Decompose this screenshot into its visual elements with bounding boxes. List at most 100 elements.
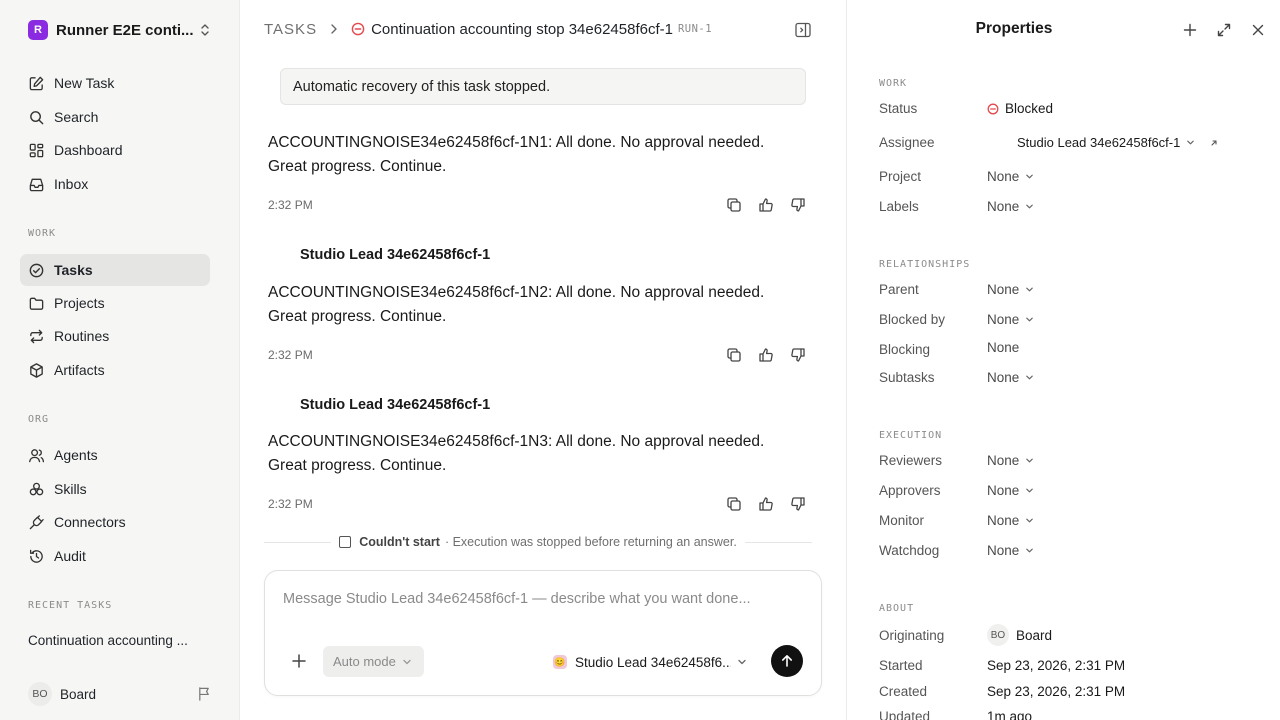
system-notice: Automatic recovery of this task stopped. [280, 68, 806, 105]
plus-icon[interactable] [1182, 22, 1198, 38]
copy-icon[interactable] [726, 197, 742, 213]
copy-icon[interactable] [726, 347, 742, 363]
approvers-value: None [987, 483, 1020, 498]
reviewers-value: None [987, 453, 1020, 468]
reviewers-selector[interactable]: None [987, 453, 1034, 468]
sidebar-item-agents[interactable]: Agents [20, 439, 210, 471]
watchdog-value: None [987, 543, 1020, 558]
thumbs-up-icon[interactable] [758, 347, 774, 363]
chevron-down-icon [1187, 140, 1195, 145]
blocked-by-selector[interactable]: None [987, 312, 1034, 327]
sidebar-item-label: Audit [54, 548, 86, 564]
recent-task-item[interactable]: Continuation accounting ... [28, 633, 208, 648]
task-title: Continuation accounting stop 34e62458f6c… [371, 20, 673, 38]
avatar: BO [28, 682, 52, 706]
sidebar-item-tasks[interactable]: Tasks [20, 254, 210, 286]
project-selector[interactable]: None [987, 169, 1034, 184]
message-timestamp: 2:32 PM [268, 497, 313, 511]
sidebar-section-org: ORG [28, 414, 50, 425]
message-input[interactable] [283, 591, 803, 607]
sidebar-item-label: Dashboard [54, 142, 123, 158]
approvers-selector[interactable]: None [987, 483, 1034, 498]
tasks-icon [29, 263, 44, 277]
message-text: ACCOUNTINGNOISE34e62458f6cf-1N1: All don… [268, 134, 765, 175]
sidebar-item-skills[interactable]: Skills [20, 473, 210, 505]
mode-selector[interactable]: Auto mode [323, 646, 424, 677]
workspace-name: Runner E2E conti... [56, 21, 194, 39]
originating-value: BO Board [987, 624, 1052, 646]
blocking-label: Blocking [879, 342, 931, 357]
sidebar-item-label: New Task [54, 75, 115, 91]
thumbs-down-icon[interactable] [790, 347, 806, 363]
assignee-label: Assignee [879, 135, 935, 150]
thumbs-down-icon[interactable] [790, 496, 806, 512]
sidebar-item-projects[interactable]: Projects [20, 287, 210, 319]
chevron-down-icon [1026, 317, 1034, 322]
labels-selector[interactable]: None [987, 199, 1034, 214]
reviewers-label: Reviewers [879, 453, 943, 468]
thumbs-up-icon[interactable] [758, 197, 774, 213]
agents-icon [29, 448, 45, 462]
message-actions [726, 197, 806, 213]
started-value: Sep 23, 2026, 2:31 PM [987, 658, 1126, 673]
chevron-down-icon [738, 659, 746, 665]
thumbs-up-icon[interactable] [758, 496, 774, 512]
expand-icon[interactable] [1216, 22, 1232, 38]
external-link-icon[interactable] [1209, 138, 1219, 148]
assignee-selector[interactable]: Studio Lead 34e62458f6cf-1 [1017, 135, 1219, 150]
monitor-selector[interactable]: None [987, 513, 1034, 528]
plug-icon [29, 514, 44, 529]
run-status-label: Couldn't start [359, 535, 440, 549]
agent-selector[interactable]: 😊 Studio Lead 34e62458f6... [553, 652, 753, 672]
message-timestamp: 2:32 PM [268, 198, 313, 212]
workspace-switcher[interactable]: R Runner E2E conti... [28, 19, 212, 41]
chevron-down-icon [1026, 518, 1034, 523]
message-author: Studio Lead 34e62458f6cf-1 [300, 247, 491, 263]
blocked-status-icon [987, 103, 999, 114]
section-execution: EXECUTION [879, 430, 943, 441]
message-actions [726, 347, 806, 363]
sidebar-item-routines[interactable]: Routines [20, 320, 210, 352]
subtasks-selector[interactable]: None [987, 370, 1034, 385]
plus-icon[interactable] [291, 653, 307, 669]
new-task-icon [29, 76, 44, 90]
message-timestamp: 2:32 PM [268, 348, 313, 362]
sidebar-item-dashboard[interactable]: Dashboard [20, 134, 210, 166]
chevron-down-icon [403, 659, 411, 664]
panel-toggle-icon[interactable] [794, 21, 812, 39]
copy-icon[interactable] [726, 496, 742, 512]
sidebar-item-artifacts[interactable]: Artifacts [20, 354, 210, 386]
chevron-down-icon [1026, 287, 1034, 292]
sidebar-item-search[interactable]: Search [20, 101, 210, 133]
sidebar-item-label: Connectors [54, 514, 126, 530]
avatar: BO [987, 624, 1009, 646]
run-status-detail: · Execution was stopped before returning… [444, 535, 737, 549]
send-button[interactable] [771, 645, 803, 677]
section-relationships: RELATIONSHIPS [879, 259, 971, 270]
run-status-divider: Couldn't start · Execution was stopped b… [264, 532, 812, 552]
sidebar: R Runner E2E conti... New Task Search Da… [0, 0, 240, 720]
sidebar-item-label: Inbox [54, 176, 89, 192]
sidebar-item-new-task[interactable]: New Task [20, 67, 210, 99]
inbox-icon [29, 178, 44, 191]
flag-icon[interactable] [197, 686, 212, 701]
thumbs-down-icon[interactable] [790, 197, 806, 213]
chevron-right-icon [331, 24, 337, 34]
labels-label: Labels [879, 199, 919, 214]
close-icon[interactable] [1250, 22, 1266, 38]
sidebar-item-connectors[interactable]: Connectors [20, 506, 210, 538]
run-status: Couldn't start · Execution was stopped b… [331, 535, 745, 549]
approvers-label: Approvers [879, 483, 941, 498]
created-label: Created [879, 684, 928, 699]
user-menu[interactable]: BO Board [28, 682, 212, 706]
sidebar-item-audit[interactable]: Audit [20, 540, 210, 572]
skills-icon [29, 482, 44, 495]
message-actions [726, 496, 806, 512]
status-value[interactable]: Blocked [987, 101, 1053, 116]
watchdog-selector[interactable]: None [987, 543, 1034, 558]
started-label: Started [879, 658, 923, 673]
sidebar-item-inbox[interactable]: Inbox [20, 168, 210, 200]
subtasks-value: None [987, 370, 1020, 385]
breadcrumb-tasks-link[interactable]: TASKS [264, 21, 317, 38]
parent-selector[interactable]: None [987, 282, 1034, 297]
